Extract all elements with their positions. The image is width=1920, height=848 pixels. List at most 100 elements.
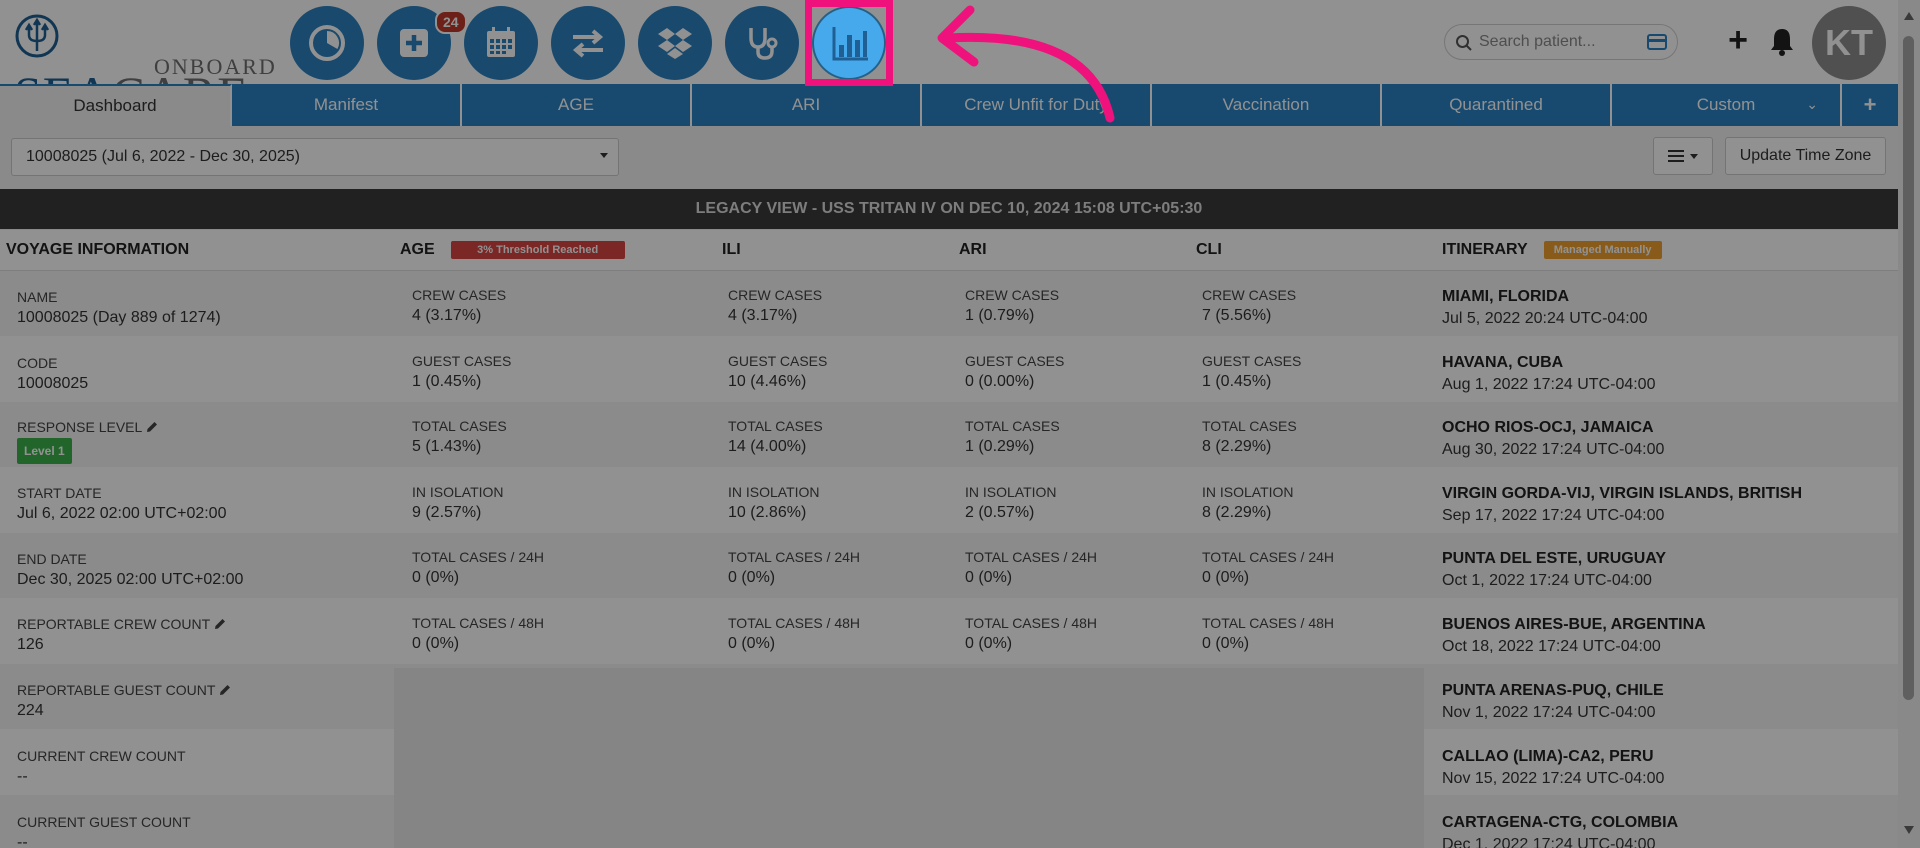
add-icon[interactable]: + <box>1724 23 1752 57</box>
age-in-isolation: IN ISOLATION 9 (2.57%) <box>412 484 504 521</box>
itinerary-stop[interactable]: OCHO RIOS-OCJ, JAMAICA Aug 30, 2022 17:24… <box>1442 418 1664 460</box>
ari-total-48h: TOTAL CASES / 48H 0 (0%) <box>965 615 1098 652</box>
age-guest-cases: GUEST CASES 1 (0.45%) <box>412 353 512 390</box>
dropdown-caret-icon <box>600 153 608 158</box>
itinerary-stop[interactable]: MIAMI, FLORIDA Jul 5, 2022 20:24 UTC-04:0… <box>1442 287 1647 329</box>
id-card-icon[interactable] <box>1647 34 1667 50</box>
search-input[interactable] <box>1479 31 1629 53</box>
edit-pencil-icon[interactable] <box>146 421 158 433</box>
ili-total-48h: TOTAL CASES / 48H 0 (0%) <box>728 615 861 652</box>
voyage-name: NAME 10008025 (Day 889 of 1274) <box>17 289 221 326</box>
voyage-select[interactable]: 10008025 (Jul 6, 2022 - Dec 30, 2025) <box>11 138 619 176</box>
threshold-badge: 3% Threshold Reached <box>450 241 625 259</box>
age-heading: AGE <box>400 241 435 258</box>
tab-age[interactable]: AGE <box>462 84 692 126</box>
cli-guest-cases: GUEST CASES 1 (0.45%) <box>1202 353 1302 390</box>
add-case-count-badge: 24 <box>435 10 467 34</box>
ili-crew-cases: CREW CASES 4 (3.17%) <box>728 287 823 324</box>
dropbox-icon <box>658 28 692 59</box>
start-date: START DATE Jul 6, 2022 02:00 UTC+02:00 <box>17 485 227 522</box>
ili-total-24h: TOTAL CASES / 24H 0 (0%) <box>728 549 861 586</box>
page-scrollbar[interactable] <box>1898 0 1920 848</box>
avatar[interactable]: KT <box>1812 6 1886 80</box>
ari-in-isolation: IN ISOLATION 2 (0.57%) <box>965 484 1057 521</box>
dashboard-nav-button[interactable] <box>290 6 364 80</box>
itinerary-stop[interactable]: VIRGIN GORDA-VIJ, VIRGIN ISLANDS, BRITIS… <box>1442 484 1802 526</box>
age-total-48h: TOTAL CASES / 48H 0 (0%) <box>412 615 545 652</box>
response-level-badge: Level 1 <box>17 438 72 464</box>
bell-icon[interactable] <box>1768 26 1796 56</box>
cli-heading: CLI <box>1196 241 1222 258</box>
cli-total-48h: TOTAL CASES / 48H 0 (0%) <box>1202 615 1335 652</box>
ili-heading: ILI <box>722 241 741 258</box>
response-level: RESPONSE LEVEL Level 1 <box>17 418 158 464</box>
itinerary-stop[interactable]: CARTAGENA-CTG, COLOMBIA Dec 1, 2022 17:24… <box>1442 813 1678 848</box>
edit-pencil-icon[interactable] <box>214 618 226 630</box>
stethoscope-nav-button[interactable] <box>725 6 799 80</box>
ari-heading: ARI <box>959 241 987 258</box>
seacare-logo[interactable]: SEACARE ONBOARD <box>14 10 275 122</box>
itinerary-heading: ITINERARY <box>1442 241 1528 258</box>
cli-in-isolation: IN ISOLATION 8 (2.29%) <box>1202 484 1294 521</box>
dashboard-grid: VOYAGE INFORMATION AGE 3% Threshold Reac… <box>0 230 1898 848</box>
logo-subtitle: ONBOARD <box>154 54 277 79</box>
hamburger-icon <box>1668 150 1684 162</box>
ili-guest-cases: GUEST CASES 10 (4.46%) <box>728 353 828 390</box>
itinerary-stop[interactable]: PUNTA ARENAS-PUQ, CHILE Nov 1, 2022 17:24… <box>1442 681 1664 723</box>
age-crew-cases: CREW CASES 4 (3.17%) <box>412 287 507 324</box>
age-total-24h: TOTAL CASES / 24H 0 (0%) <box>412 549 545 586</box>
tab-dashboard[interactable]: Dashboard <box>0 84 232 126</box>
end-date: END DATE Dec 30, 2025 02:00 UTC+02:00 <box>17 551 244 588</box>
ari-guest-cases: GUEST CASES 0 (0.00%) <box>965 353 1065 390</box>
reportable-crew-count: REPORTABLE CREW COUNT 126 <box>17 615 226 655</box>
itinerary-stop[interactable]: CALLAO (LIMA)-CA2, PERU Nov 15, 2022 17:2… <box>1442 747 1664 789</box>
tab-custom[interactable]: Custom ⌄ <box>1612 84 1842 126</box>
age-total-cases: TOTAL CASES 5 (1.43%) <box>412 418 507 455</box>
view-menu-button[interactable] <box>1653 137 1713 175</box>
add-case-icon <box>400 29 428 57</box>
search-icon <box>1456 35 1472 51</box>
voyage-info-heading: VOYAGE INFORMATION <box>6 241 190 258</box>
ari-total-cases: TOTAL CASES 1 (0.29%) <box>965 418 1060 455</box>
patient-search[interactable] <box>1444 24 1678 60</box>
cli-total-cases: TOTAL CASES 8 (2.29%) <box>1202 418 1297 455</box>
itinerary-stop[interactable]: HAVANA, CUBA Aug 1, 2022 17:24 UTC-04:00 <box>1442 353 1655 395</box>
current-guest-count: CURRENT GUEST COUNT -- <box>17 814 191 848</box>
current-crew-count: CURRENT CREW COUNT -- <box>17 748 186 785</box>
cli-total-24h: TOTAL CASES / 24H 0 (0%) <box>1202 549 1335 586</box>
reportable-guest-count: REPORTABLE GUEST COUNT 224 <box>17 681 231 721</box>
chevron-down-icon: ⌄ <box>1806 96 1818 112</box>
dropbox-nav-button[interactable] <box>638 6 712 80</box>
tab-quarantined[interactable]: Quarantined <box>1382 84 1612 126</box>
tab-vaccination[interactable]: Vaccination <box>1152 84 1382 126</box>
ari-crew-cases: CREW CASES 1 (0.79%) <box>965 287 1060 324</box>
scroll-down-icon[interactable] <box>1904 826 1914 834</box>
tab-manifest[interactable]: Manifest <box>232 84 462 126</box>
calendar-icon <box>487 27 515 57</box>
ili-total-cases: TOTAL CASES 14 (4.00%) <box>728 418 823 455</box>
transfer-icon <box>572 29 604 58</box>
calendar-nav-button[interactable] <box>464 6 538 80</box>
ari-total-24h: TOTAL CASES / 24H 0 (0%) <box>965 549 1098 586</box>
add-case-nav-button[interactable]: 24 <box>377 6 467 80</box>
transfer-nav-button[interactable] <box>551 6 625 80</box>
itinerary-stop[interactable]: BUENOS AIRES-BUE, ARGENTINA Oct 18, 2022 … <box>1442 615 1706 657</box>
tab-custom-label: Custom <box>1696 95 1756 114</box>
trident-logo-icon <box>15 14 59 58</box>
itinerary-stop[interactable]: PUNTA DEL ESTE, URUGUAY Oct 1, 2022 17:24… <box>1442 549 1666 591</box>
dashboard-icon <box>309 25 345 61</box>
edit-pencil-icon[interactable] <box>219 684 231 696</box>
pointer-arrow-icon <box>937 5 1115 123</box>
tab-ari[interactable]: ARI <box>692 84 922 126</box>
cli-crew-cases: CREW CASES 7 (5.56%) <box>1202 287 1297 324</box>
managed-manually-badge: Managed Manually <box>1543 241 1662 259</box>
update-time-zone-button[interactable]: Update Time Zone <box>1725 137 1886 175</box>
voyage-code: CODE 10008025 <box>17 355 89 392</box>
legacy-view-banner: LEGACY VIEW - USS TRITAN IV ON DEC 10, 2… <box>0 189 1898 229</box>
tab-add[interactable]: + <box>1842 84 1898 126</box>
stethoscope-icon <box>749 28 778 60</box>
highlight-box <box>805 0 893 86</box>
ili-in-isolation: IN ISOLATION 10 (2.86%) <box>728 484 820 521</box>
scroll-up-icon[interactable] <box>1904 12 1914 20</box>
scroll-thumb[interactable] <box>1903 36 1914 700</box>
